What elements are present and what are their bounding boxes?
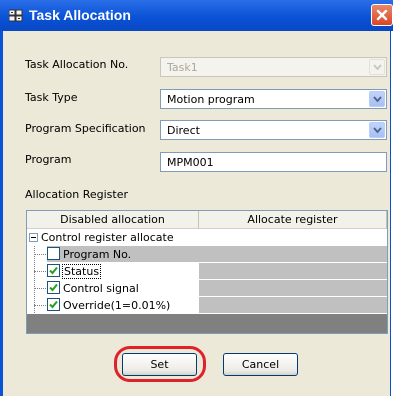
- tree-item-label: Status: [62, 264, 102, 279]
- tree-group-register-cell: [199, 229, 387, 246]
- task-type-value: Motion program: [167, 93, 255, 106]
- checkmark-icon: [49, 266, 58, 275]
- program-label: Program: [25, 153, 72, 166]
- tree-item-cell: Status: [47, 263, 199, 280]
- window-title: Task Allocation: [29, 7, 131, 23]
- checkmark-icon: [49, 300, 58, 309]
- close-button[interactable]: [371, 4, 393, 26]
- tree-item-register-cell[interactable]: [199, 263, 387, 280]
- window-frame-left: [0, 31, 3, 396]
- tree-item-override[interactable]: Override(1=0.01%): [27, 297, 387, 314]
- task-allocation-no-dropdown-button: [369, 59, 385, 75]
- tree-item-program-no[interactable]: Program No.: [27, 246, 387, 263]
- tree-group-label: Control register allocate: [41, 231, 174, 244]
- column-header-disabled-allocation[interactable]: Disabled allocation: [27, 211, 199, 229]
- column-header-allocate-register[interactable]: Allocate register: [199, 211, 387, 229]
- program-input-value: MPM001: [167, 156, 214, 169]
- tree-item-cell: Control signal: [47, 280, 199, 297]
- chevron-down-icon: [373, 127, 382, 134]
- table-empty-area: [27, 314, 387, 333]
- collapse-minus-icon[interactable]: [29, 233, 38, 242]
- program-specification-dropdown-button[interactable]: [369, 122, 385, 138]
- chevron-down-icon: [373, 96, 382, 103]
- program-specification-label: Program Specification: [25, 122, 146, 135]
- cancel-button[interactable]: Cancel: [223, 353, 298, 376]
- checkmark-icon: [49, 283, 58, 292]
- task-allocation-no-select: Task1: [160, 57, 387, 77]
- tree-group-row[interactable]: Control register allocate: [27, 229, 387, 246]
- tree-item-register-cell[interactable]: [199, 246, 387, 263]
- tree-item-label: Program No.: [63, 248, 132, 261]
- task-type-dropdown-button[interactable]: [369, 91, 385, 107]
- task-allocation-window: Task Allocation Task Allocation No. Task…: [0, 0, 393, 396]
- tree-item-cell: Override(1=0.01%): [47, 297, 199, 314]
- tree-group-cell: Control register allocate: [27, 229, 199, 246]
- allocation-register-label: Allocation Register: [25, 188, 129, 201]
- task-type-select[interactable]: Motion program: [160, 89, 387, 109]
- task-allocation-no-label: Task Allocation No.: [25, 58, 129, 71]
- program-no-checkbox[interactable]: [47, 247, 60, 260]
- task-allocation-icon: [9, 9, 23, 22]
- control-signal-checkbox[interactable]: [47, 281, 60, 294]
- chevron-down-icon: [373, 64, 382, 71]
- allocation-register-table: Disabled allocation Allocate register Co…: [26, 210, 388, 334]
- title-bar[interactable]: Task Allocation: [0, 0, 393, 31]
- program-specification-select[interactable]: Direct: [160, 120, 387, 140]
- tree-item-label: Control signal: [63, 282, 139, 295]
- highlight-annotation: [114, 346, 206, 382]
- program-input[interactable]: MPM001: [160, 152, 387, 172]
- tree-item-cell: Program No.: [47, 246, 199, 263]
- override-checkbox[interactable]: [47, 298, 60, 311]
- task-type-label: Task Type: [25, 91, 78, 104]
- tree-item-register-cell[interactable]: [199, 297, 387, 314]
- tree-item-status[interactable]: Status: [27, 263, 387, 280]
- tree-item-register-cell[interactable]: [199, 280, 387, 297]
- program-specification-value: Direct: [167, 124, 200, 137]
- tree-item-label: Override(1=0.01%): [63, 299, 171, 312]
- close-icon: [376, 9, 388, 21]
- task-allocation-no-value: Task1: [167, 61, 198, 74]
- status-checkbox[interactable]: [47, 264, 60, 277]
- tree-item-control-signal[interactable]: Control signal: [27, 280, 387, 297]
